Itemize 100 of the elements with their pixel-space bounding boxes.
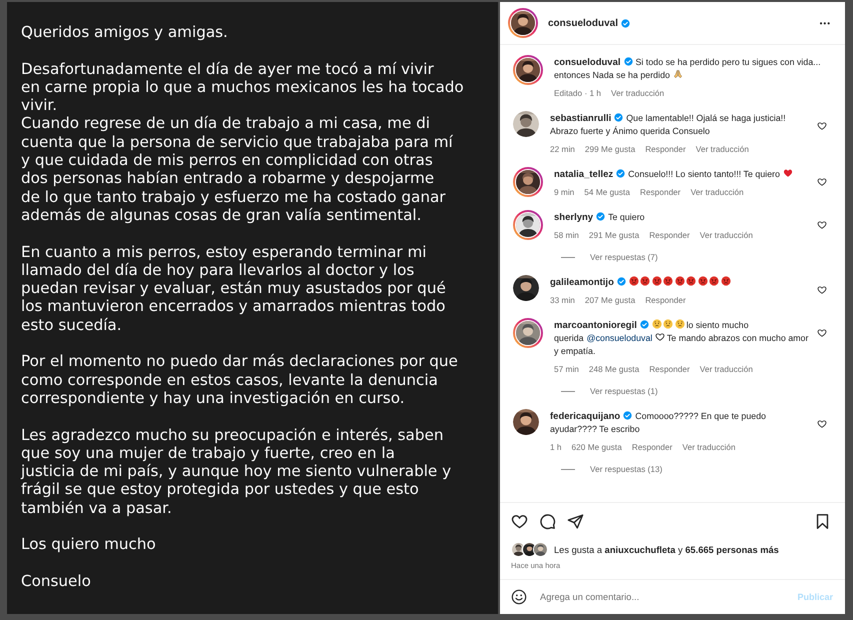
comment-text: marcoantonioregil lo siento mucho querida @consueloduval Te mando abrazos con mucho amor y empatía. xyxy=(554,319,809,358)
username-link[interactable]: consueloduval xyxy=(554,57,621,68)
timestamp: 33 min xyxy=(550,294,575,307)
mention-link[interactable]: @consueloduval xyxy=(586,333,652,343)
translate-link[interactable]: Ver traducción xyxy=(700,229,753,242)
text-line: Queridos amigos y amigas. xyxy=(21,23,228,42)
username-link[interactable]: federicaquijano xyxy=(550,411,620,422)
like-heart-icon[interactable] xyxy=(817,328,827,338)
text-line: frágil se que estoy protegida por ustedes y que esto xyxy=(21,480,419,499)
like-heart-icon[interactable] xyxy=(817,220,827,230)
angry-face-icon xyxy=(720,276,731,286)
like-heart-icon[interactable] xyxy=(817,177,827,187)
timestamp: 22 min xyxy=(550,143,575,156)
timestamp: 57 min xyxy=(554,363,579,376)
username-link[interactable]: consueloduval xyxy=(548,18,618,28)
likes-count-link[interactable]: 620 Me gusta xyxy=(572,441,622,454)
translate-link[interactable]: Ver traducción xyxy=(682,441,736,454)
like-heart-icon[interactable] xyxy=(817,285,827,295)
view-replies-link[interactable]: Ver respuestas (7) xyxy=(590,252,658,262)
text-line: cuenta que la persona de servicio que trabajaba para mí xyxy=(21,132,453,152)
text-line: Los quiero mucho xyxy=(21,535,156,554)
angry-face-icon xyxy=(709,276,720,286)
comment-text: federicaquijano Comoooo????? En que te puedo ayudar???? Te escribo xyxy=(550,410,767,436)
sad-face-icon xyxy=(652,319,662,329)
text-line: también va a pasar. xyxy=(21,498,172,518)
reply-link[interactable]: Responder xyxy=(632,441,672,454)
angry-face-icon xyxy=(628,276,639,286)
text-line: Por el momento no puedo dar más declaraciones por que xyxy=(21,352,458,371)
heart-icon xyxy=(782,168,793,178)
angry-face-icon xyxy=(698,276,708,286)
sad-face-icon xyxy=(674,319,685,329)
angry-face-icon xyxy=(686,276,696,286)
text-line: Les agradezco mucho su preocupación e interés, saben xyxy=(21,426,444,444)
sad-face-icon xyxy=(663,319,674,329)
text-line: esto sucedía. xyxy=(21,316,122,334)
like-heart-icon[interactable] xyxy=(817,121,827,131)
text-line: además de algunas cosas de gran valía sentimental. xyxy=(21,206,422,224)
comment-field[interactable]: Agrega un comentario... xyxy=(538,591,798,603)
translate-link[interactable]: Ver traducción xyxy=(611,87,664,100)
text-line: llamado del día de hoy para llevarlos al doctor y los xyxy=(21,260,414,280)
bookmark-icon[interactable] xyxy=(814,513,831,530)
text-line: correspondiente y hay una investigación en curso. xyxy=(21,388,405,408)
praying-hands-icon xyxy=(672,69,683,79)
timestamp: Editado · 1 h xyxy=(554,87,602,100)
text-line: justicia de mi país, y aunque hoy me siento vulnerable y xyxy=(21,462,452,480)
angry-face-icon xyxy=(674,276,685,286)
comment-text: consueloduval Si todo se ha perdido pero tu sigues con vida... entonces Nada se ha perdido xyxy=(554,56,822,82)
text-line: y que cuidada de mis perros en complicidad con otras xyxy=(21,151,433,170)
translate-link[interactable]: Ver traducción xyxy=(696,143,749,156)
text-line: de lo que tanto trabajo y esfuerzo me ha costado ganar xyxy=(21,188,446,206)
heart-outline-icon xyxy=(655,332,666,342)
story-ring[interactable] xyxy=(513,210,543,240)
story-ring[interactable] xyxy=(513,167,543,197)
likes-count-link[interactable]: 54 Me gusta xyxy=(584,186,630,199)
text-line: En cuanto a mis perros, estoy esperando terminar mi xyxy=(21,242,426,261)
likes-summary: Les gusta a aniuxcuchufleta y 65.665 personas más xyxy=(554,544,779,554)
story-ring[interactable] xyxy=(513,55,543,85)
timestamp: 1 h xyxy=(550,441,562,454)
like-icon[interactable] xyxy=(511,513,528,530)
text-line: Desafortunadamente el día de ayer me tocó a mí vivir xyxy=(21,60,434,78)
comment-text: sherlyny Te quiero xyxy=(554,211,646,224)
text-line: los mantuvieron encerrados y amarrados mientras todo xyxy=(21,297,446,316)
translate-link[interactable]: Ver traducción xyxy=(700,363,753,376)
text-line: como corresponde en estos casos, levante la denuncia xyxy=(21,370,438,389)
comment-text: natalia_tellez Consuelo!!! Lo siento tanto!!! Te quiero xyxy=(554,168,809,181)
reply-link[interactable]: Responder xyxy=(649,363,690,376)
text-line: que soy una mujer de trabajo y fuerte, creo en la xyxy=(21,444,395,462)
likes-count-link[interactable]: 248 Me gusta xyxy=(588,363,640,376)
text-line: puedan revisar y evaluar, están muy asustados por qué xyxy=(21,279,446,298)
reply-link[interactable]: Responder xyxy=(649,229,690,242)
username-link[interactable]: natalia_tellez xyxy=(554,169,614,180)
text-line: vivir. xyxy=(21,96,58,114)
emoji-icon[interactable] xyxy=(511,589,527,605)
timestamp: 9 min xyxy=(554,186,574,199)
username-link[interactable]: sherlyny xyxy=(554,212,594,223)
story-ring[interactable] xyxy=(508,8,538,38)
likes-count-link[interactable]: 291 Me gusta xyxy=(588,229,640,242)
view-replies-link[interactable]: Ver respuestas (1) xyxy=(590,386,658,396)
angry-face-icon xyxy=(663,276,674,286)
username-link[interactable]: marcoantonioregil xyxy=(554,320,637,331)
angry-face-icon xyxy=(652,276,662,286)
like-heart-icon[interactable] xyxy=(817,419,827,429)
view-replies-link[interactable]: Ver respuestas (13) xyxy=(590,464,662,474)
translate-link[interactable]: Ver traducción xyxy=(690,186,744,199)
comment-icon[interactable] xyxy=(539,513,556,530)
text-line: Cuando regrese de un día de trabajo a mi casa, me di xyxy=(21,114,430,133)
likes-count-link[interactable]: 299 Me gusta xyxy=(584,143,636,156)
story-ring[interactable] xyxy=(513,318,543,348)
reply-link[interactable]: Responder xyxy=(645,294,686,307)
username-link[interactable]: sebastianrulli xyxy=(550,113,612,124)
more-options-button[interactable]: ••• xyxy=(820,18,831,28)
reply-link[interactable]: Responder xyxy=(640,186,681,199)
comment-text: sebastianrulli Que lamentable!! Ojalá se haga justicia!! Abrazo fuerte y Ánimo querida Consuelo xyxy=(550,112,787,138)
reply-link[interactable]: Responder xyxy=(645,143,686,156)
text-line: dos personas habían entrado a robarme y despojarme xyxy=(21,169,434,188)
angry-face-icon xyxy=(640,276,650,286)
likes-count-link[interactable]: 207 Me gusta xyxy=(584,294,636,307)
username-link[interactable]: galileamontijo xyxy=(550,277,614,288)
text-line: en carne propia lo que a muchos mexicanos les ha tocado xyxy=(21,78,464,96)
send-icon[interactable] xyxy=(567,513,584,530)
